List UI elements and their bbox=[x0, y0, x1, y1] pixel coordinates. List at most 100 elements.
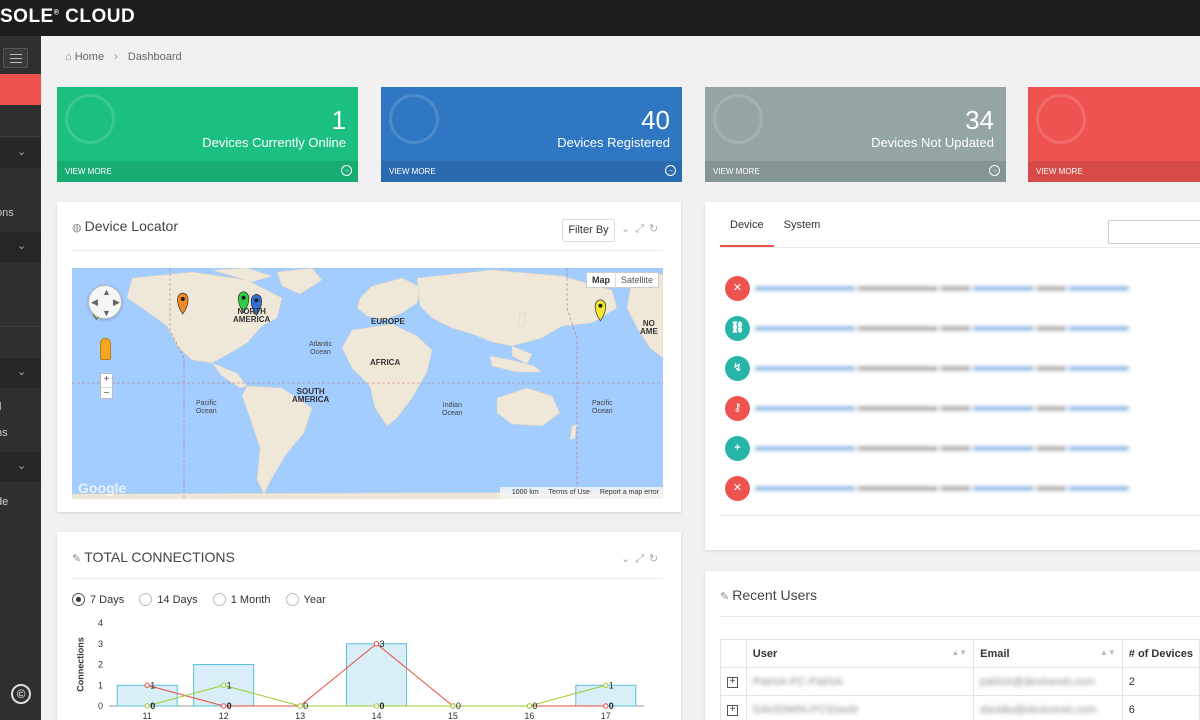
tile-value: 40 bbox=[641, 105, 670, 135]
expand-cell[interactable]: + bbox=[720, 695, 747, 720]
map-terms-link[interactable]: Terms of Use bbox=[549, 489, 590, 496]
plus-square-icon[interactable]: + bbox=[727, 677, 738, 688]
expand-cell[interactable]: + bbox=[720, 667, 747, 696]
activity-item[interactable]: ✕ ▬▬▬▬▬▬▬▬▬▬ ▬▬▬▬▬▬▬▬ ▬▬▬ ▬▬▬▬▬▬ ▬▬▬ ▬▬▬▬… bbox=[725, 276, 1200, 306]
series-point[interactable] bbox=[373, 703, 380, 709]
range-option-1-month[interactable]: 1 Month bbox=[212, 593, 270, 606]
tile-footer[interactable]: VIEW MORE → bbox=[381, 161, 682, 182]
world-map[interactable]: NORTH AMERICA NO AME EUROPE AFRICA SOUTH AM… bbox=[72, 268, 663, 499]
series-point[interactable] bbox=[144, 703, 150, 709]
sort-icon[interactable]: ▲▼ bbox=[1100, 648, 1116, 657]
range-option-14-days[interactable]: 14 Days bbox=[139, 593, 198, 606]
pan-up-icon[interactable]: ▲ bbox=[102, 287, 111, 297]
brand-text-2: CLOUD bbox=[59, 6, 136, 27]
range-option-7-days[interactable]: 7 Days bbox=[72, 593, 124, 606]
map-label-atlantic: Atlantic Ocean bbox=[309, 341, 332, 356]
sidebar-item-label[interactable]: ons bbox=[0, 207, 14, 219]
filter-by-button[interactable]: Filter By bbox=[562, 219, 615, 242]
activity-item[interactable]: ⚷ ▬▬▬▬▬▬▬▬▬▬ ▬▬▬▬▬▬▬▬ ▬▬▬ ▬▬▬▬▬▬ ▬▬▬ ▬▬▬▬… bbox=[725, 396, 1200, 426]
radio-icon[interactable] bbox=[212, 593, 226, 606]
series-point[interactable] bbox=[220, 703, 227, 709]
brand-logo[interactable]: SOLE® CLOUD bbox=[0, 6, 135, 28]
radio-icon[interactable] bbox=[72, 593, 85, 606]
series-point[interactable] bbox=[373, 641, 380, 647]
tab-system[interactable]: System bbox=[774, 219, 831, 245]
arrow-right-icon[interactable]: → bbox=[341, 165, 352, 176]
copyright-icon[interactable]: © bbox=[11, 684, 31, 704]
series-point[interactable] bbox=[603, 682, 609, 688]
map-scale: 1000 km bbox=[511, 489, 539, 496]
tile-footer[interactable]: VIEW MORE → bbox=[57, 161, 358, 182]
radio-icon[interactable] bbox=[139, 593, 153, 606]
series-point[interactable] bbox=[526, 703, 533, 709]
zoom-in-button[interactable]: + bbox=[101, 374, 112, 386]
menu-toggle-icon[interactable] bbox=[3, 48, 28, 68]
panel-tools: ⌄⤢↻ bbox=[621, 552, 663, 566]
tab-device[interactable]: Device bbox=[720, 219, 774, 247]
collapse-icon[interactable]: ⌄ bbox=[621, 223, 635, 235]
map-type-map[interactable]: Map bbox=[587, 273, 615, 287]
column-email[interactable]: Email ▲▼ bbox=[973, 639, 1123, 668]
data-label: 0 bbox=[150, 701, 155, 711]
data-label: 0 bbox=[227, 701, 232, 711]
devices-cell: 2 bbox=[1121, 667, 1200, 696]
sidebar-group-1[interactable]: ⌄ bbox=[0, 138, 41, 168]
activity-search-input[interactable] bbox=[1108, 220, 1200, 244]
range-option-year[interactable]: Year bbox=[285, 593, 326, 606]
sidebar-item-label[interactable]: de bbox=[0, 496, 8, 508]
radio-icon[interactable] bbox=[285, 593, 299, 606]
bar-mark[interactable] bbox=[575, 684, 637, 707]
view-more-link[interactable]: VIEW MORE bbox=[713, 167, 760, 176]
map-type-satellite[interactable]: Satellite bbox=[614, 273, 658, 287]
activity-text-redacted: ▬▬▬▬▬▬▬▬▬▬ ▬▬▬▬▬▬▬▬ ▬▬▬ ▬▬▬▬▬▬ ▬▬▬ ▬▬▬▬▬… bbox=[755, 362, 1129, 373]
pan-down-icon[interactable]: ▼ bbox=[102, 308, 111, 318]
collapse-icon[interactable]: ⌄ bbox=[621, 553, 635, 565]
zoom-out-button[interactable]: − bbox=[101, 387, 112, 400]
chevron-down-icon: ⌄ bbox=[17, 240, 27, 252]
sidebar-item-label[interactable]: l bbox=[0, 401, 1, 413]
street-view-pegman-icon[interactable] bbox=[100, 338, 111, 360]
view-more-link[interactable]: VIEW MORE bbox=[389, 167, 436, 176]
series-point[interactable] bbox=[297, 703, 303, 709]
expand-icon[interactable]: ⤢ bbox=[635, 553, 649, 565]
tile-footer[interactable]: VIEW MORE bbox=[1028, 161, 1200, 182]
series-point[interactable] bbox=[220, 682, 227, 688]
series-point[interactable] bbox=[603, 703, 609, 709]
table-row[interactable]: + Patrick-PC-Patrick patrick@devicenet.c… bbox=[720, 667, 1200, 696]
pan-control[interactable]: ▲ ▼ ◀ ▶ bbox=[88, 285, 122, 319]
activity-item[interactable]: ⛓ ▬▬▬▬▬▬▬▬▬▬ ▬▬▬▬▬▬▬▬ ▬▬▬ ▬▬▬▬▬▬ ▬▬▬ ▬▬▬▬… bbox=[725, 316, 1200, 346]
refresh-icon[interactable]: ↻ bbox=[649, 553, 663, 565]
activity-item[interactable]: ↯ ▬▬▬▬▬▬▬▬▬▬ ▬▬▬▬▬▬▬▬ ▬▬▬ ▬▬▬▬▬▬ ▬▬▬ ▬▬▬▬… bbox=[725, 356, 1200, 386]
column-user[interactable]: User ▲▼ bbox=[745, 639, 975, 668]
activity-item[interactable]: + ▬▬▬▬▬▬▬▬▬▬ ▬▬▬▬▬▬▬▬ ▬▬▬ ▬▬▬▬▬▬ ▬▬▬ ▬▬▬▬… bbox=[725, 436, 1200, 466]
plus-square-icon[interactable]: + bbox=[727, 705, 738, 716]
tile-footer[interactable]: VIEW MORE → bbox=[705, 161, 1006, 182]
sidebar-group-4[interactable]: ⌄ bbox=[0, 452, 41, 482]
activity-item[interactable]: ✕ ▬▬▬▬▬▬▬▬▬▬ ▬▬▬▬▬▬▬▬ ▬▬▬ ▬▬▬▬▬▬ ▬▬▬ ▬▬▬▬… bbox=[725, 476, 1200, 506]
refresh-icon[interactable]: ↻ bbox=[649, 223, 663, 235]
table-row[interactable]: + DAVIDWIN-PC\David davidw@devicenet.com… bbox=[720, 695, 1200, 720]
expand-column bbox=[720, 639, 747, 668]
arrow-right-icon[interactable]: → bbox=[989, 165, 1000, 176]
column-devices[interactable]: # of Devices bbox=[1121, 639, 1200, 668]
arrow-right-icon[interactable]: → bbox=[665, 165, 676, 176]
panel-divider bbox=[72, 578, 663, 579]
expand-icon[interactable]: ⤢ bbox=[635, 223, 649, 235]
view-more-link[interactable]: VIEW MORE bbox=[65, 167, 112, 176]
sidebar-item-label[interactable]: ns bbox=[0, 427, 8, 439]
pan-left-icon[interactable]: ◀ bbox=[91, 297, 98, 308]
breadcrumb-home[interactable]: Home bbox=[75, 51, 104, 63]
bar-mark[interactable] bbox=[346, 643, 407, 707]
pan-right-icon[interactable]: ▶ bbox=[113, 297, 120, 308]
bar-mark[interactable] bbox=[116, 684, 178, 707]
panel-divider bbox=[720, 616, 1200, 617]
sort-icon[interactable]: ▲▼ bbox=[951, 648, 967, 657]
sidebar-item-active[interactable] bbox=[0, 74, 41, 105]
map-report-link[interactable]: Report a map error bbox=[600, 489, 659, 496]
series-point[interactable] bbox=[144, 682, 150, 688]
sidebar-group-2[interactable]: ⌄ bbox=[0, 232, 41, 262]
view-more-link[interactable]: VIEW MORE bbox=[1036, 167, 1083, 176]
breadcrumb: ⌂ Home › Dashboard bbox=[65, 51, 182, 63]
series-point[interactable] bbox=[450, 703, 456, 709]
sidebar-group-3[interactable]: ⌄ bbox=[0, 358, 41, 388]
